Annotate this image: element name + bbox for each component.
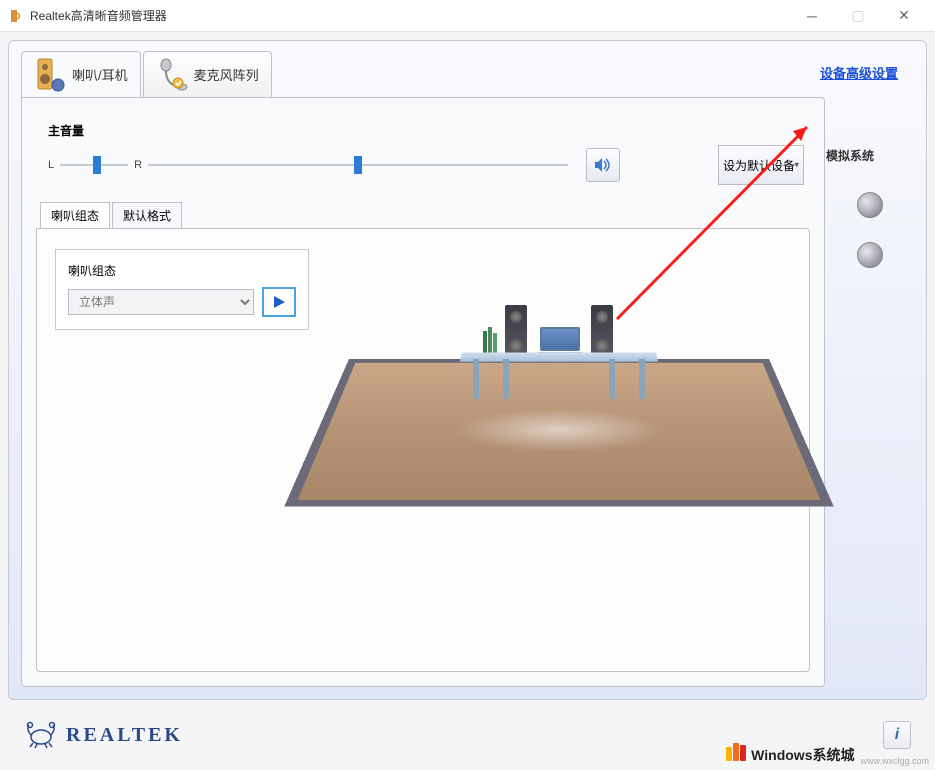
realtek-crab-icon — [24, 721, 58, 749]
content-panel: 主音量 L R 设为默认设备 ▾ — [21, 97, 825, 687]
advanced-settings-link[interactable]: 设备高级设置 — [820, 63, 898, 82]
watermark-bars-icon — [726, 743, 747, 766]
dropdown-caret-icon: ▾ — [794, 160, 799, 171]
sidebar-title: 模拟系统 — [826, 147, 914, 164]
desk-graphic — [461, 317, 657, 387]
window-titlebar: Realtek高清晰音频管理器 ─ ▢ ✕ — [0, 0, 935, 32]
maximize-button: ▢ — [835, 1, 881, 31]
set-default-device-button[interactable]: 设为默认设备 ▾ — [718, 145, 804, 185]
left-channel-label: L — [48, 159, 54, 171]
subtab-area: 喇叭组态 默认格式 喇叭组态 立体声 — [36, 202, 810, 672]
balance-slider[interactable] — [60, 156, 128, 174]
tab-mic-label: 麦克风阵列 — [194, 65, 259, 84]
close-button[interactable]: ✕ — [881, 1, 927, 31]
speaker-sound-icon — [593, 155, 613, 175]
subtab-default-format[interactable]: 默认格式 — [112, 202, 182, 228]
watermark-url: www.wxclgg.com — [860, 756, 929, 766]
volume-row: L R 设为默认设备 ▾ — [48, 145, 804, 185]
subtabs: 喇叭组态 默认格式 — [40, 202, 810, 228]
speaker-config-box: 喇叭组态 立体声 — [55, 249, 309, 330]
analog-jack-1[interactable] — [857, 192, 883, 218]
volume-section: 主音量 L R 设为默认设备 ▾ — [48, 122, 804, 185]
subtab-speaker-config[interactable]: 喇叭组态 — [40, 202, 110, 228]
minimize-button[interactable]: ─ — [789, 1, 835, 31]
window-controls: ─ ▢ ✕ — [789, 1, 927, 31]
volume-label: 主音量 — [48, 122, 804, 139]
speaker-tab-icon — [34, 57, 66, 93]
brand-text: REALTEK — [66, 724, 183, 747]
speaker-config-select[interactable]: 立体声 — [68, 289, 254, 315]
watermark: Windows系统城 www.wxclgg.com — [726, 743, 929, 766]
device-tabs: 喇叭/耳机 麦克风阵列 — [21, 51, 272, 97]
tab-microphone[interactable]: 麦克风阵列 — [143, 51, 272, 97]
main-frame: 喇叭/耳机 麦克风阵列 设备高级设置 主音量 L — [0, 32, 935, 770]
room-illustration — [329, 239, 789, 609]
info-icon: i — [895, 726, 899, 744]
play-icon — [271, 294, 287, 310]
speaker-config-label: 喇叭组态 — [68, 262, 296, 279]
main-volume-slider[interactable] — [148, 156, 568, 174]
analog-jack-2[interactable] — [857, 242, 883, 268]
sidebar-analog: 模拟系统 — [826, 97, 914, 687]
books-graphic — [483, 327, 501, 353]
right-channel-label: R — [134, 159, 142, 171]
play-test-button[interactable] — [262, 287, 296, 317]
set-default-label: 设为默认设备 — [723, 157, 795, 174]
subtab-panel: 喇叭组态 立体声 — [36, 228, 810, 672]
mic-tab-icon — [156, 57, 188, 93]
mute-button[interactable] — [586, 148, 620, 182]
watermark-text: Windows系统城 — [751, 745, 854, 765]
window-title: Realtek高清晰音频管理器 — [30, 7, 789, 24]
outer-panel: 喇叭/耳机 麦克风阵列 设备高级设置 主音量 L — [8, 40, 927, 700]
app-icon — [8, 8, 24, 24]
realtek-logo: REALTEK — [24, 721, 183, 749]
tab-speaker[interactable]: 喇叭/耳机 — [21, 51, 141, 97]
tab-speaker-label: 喇叭/耳机 — [72, 65, 128, 84]
